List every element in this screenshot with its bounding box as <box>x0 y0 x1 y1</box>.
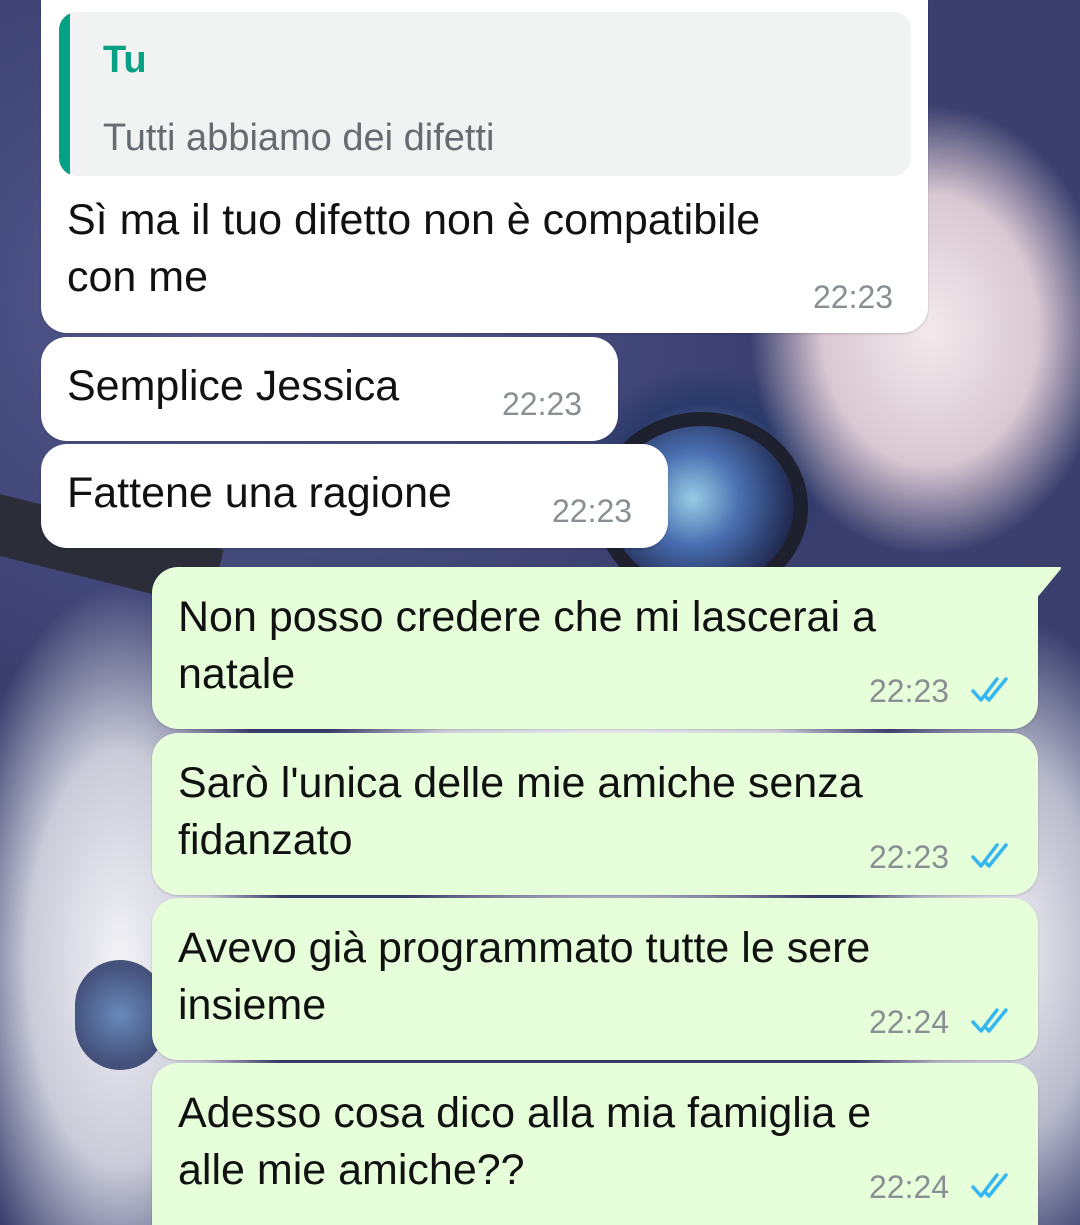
double-check-read-icon <box>971 1008 1008 1033</box>
message-time: 22:23 <box>869 673 950 709</box>
incoming-message[interactable]: Tu Tutti abbiamo dei difetti Sì ma il tu… <box>41 0 928 333</box>
message-line: Non posso credere che mi lascerai a <box>178 593 876 641</box>
message-time: 22:24 <box>869 1004 950 1040</box>
message-line: fidanzato <box>178 816 353 864</box>
message-line: Sarò l'unica delle mie amiche senza <box>178 759 863 807</box>
outgoing-message[interactable]: Sarò l'unica delle mie amiche senza fida… <box>152 733 1038 895</box>
message-line: Adesso cosa dico alla mia famiglia e <box>178 1089 872 1137</box>
message-text: Non posso credere che mi lascerai a nata… <box>178 589 876 703</box>
message-line: con me <box>67 253 209 301</box>
message-text: Semplice Jessica <box>67 362 400 410</box>
message-text: Adesso cosa dico alla mia famiglia e all… <box>178 1085 871 1199</box>
double-check-read-icon <box>971 677 1008 702</box>
quoted-reply[interactable]: Tu Tutti abbiamo dei difetti <box>59 12 911 176</box>
message-list[interactable]: Tu Tutti abbiamo dei difetti Sì ma il tu… <box>0 0 1080 1225</box>
message-line: natale <box>178 650 296 698</box>
outgoing-message[interactable]: Avevo già programmato tutte le sere insi… <box>152 898 1038 1060</box>
message-text: Sì ma il tuo difetto non è compatibile c… <box>67 192 760 306</box>
message-text: Sarò l'unica delle mie amiche senza fida… <box>178 755 863 869</box>
incoming-message[interactable]: Semplice Jessica 22:23 <box>41 337 618 441</box>
outgoing-message[interactable]: Non posso credere che mi lascerai a nata… <box>152 567 1038 729</box>
quote-text: Tutti abbiamo dei difetti <box>103 117 495 159</box>
message-line: Sì ma il tuo difetto non è compatibile <box>67 196 761 244</box>
message-line: alle mie amiche?? <box>178 1146 525 1194</box>
message-line: Avevo già programmato tutte le sere <box>178 924 871 972</box>
incoming-message[interactable]: Fattene una ragione 22:23 <box>41 444 668 548</box>
message-text: Avevo già programmato tutte le sere insi… <box>178 920 870 1034</box>
quote-accent-bar <box>59 12 70 176</box>
message-line: insieme <box>178 981 327 1029</box>
outgoing-message[interactable]: Adesso cosa dico alla mia famiglia e all… <box>152 1063 1038 1225</box>
message-time: 22:23 <box>502 386 583 422</box>
double-check-read-icon <box>971 843 1008 868</box>
message-text: Fattene una ragione <box>67 469 452 517</box>
message-time: 22:23 <box>869 839 950 875</box>
message-time: 22:23 <box>552 493 633 529</box>
message-time: 22:24 <box>869 1169 950 1205</box>
double-check-read-icon <box>971 1173 1008 1198</box>
message-time: 22:23 <box>813 279 894 315</box>
quote-author: Tu <box>103 39 147 81</box>
outgoing-bubble-tail <box>1036 567 1061 599</box>
